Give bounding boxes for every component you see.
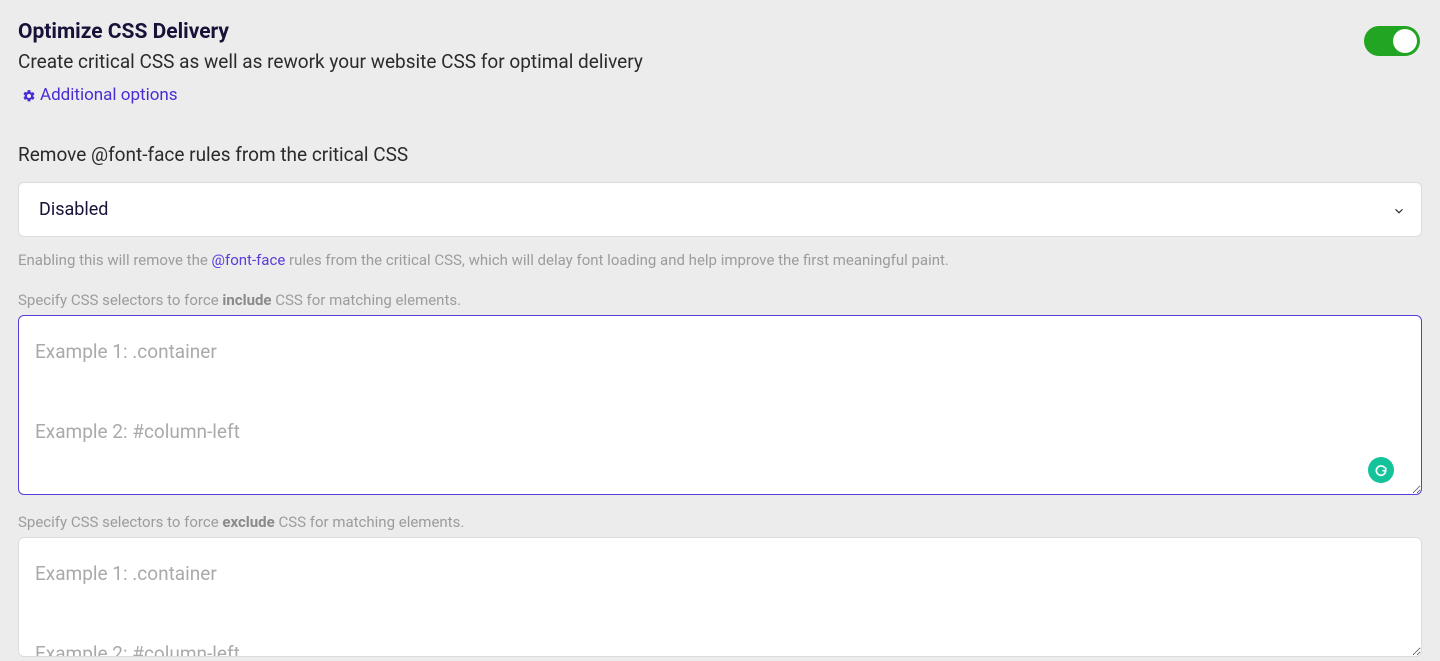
include-label-prefix: Specify CSS selectors to force <box>18 291 222 309</box>
page-title: Optimize CSS Delivery <box>18 20 1364 44</box>
font-face-help: Enabling this will remove the @font-face… <box>18 251 1422 269</box>
exclude-label-prefix: Specify CSS selectors to force <box>18 513 222 531</box>
font-face-label: Remove @font-face rules from the critica… <box>18 143 1422 166</box>
exclude-label: Specify CSS selectors to force exclude C… <box>18 513 1422 531</box>
additional-options-link[interactable]: Additional options <box>22 85 178 105</box>
exclude-label-suffix: CSS for matching elements. <box>275 513 465 531</box>
toggle-knob <box>1393 29 1417 53</box>
help-em: @font-face <box>212 251 286 269</box>
font-face-select-wrap: Disabled <box>18 182 1422 237</box>
font-face-select[interactable]: Disabled <box>18 182 1422 237</box>
header-left: Optimize CSS Delivery Create critical CS… <box>18 20 1364 107</box>
include-label: Specify CSS selectors to force include C… <box>18 291 1422 309</box>
exclude-label-bold: exclude <box>222 513 274 531</box>
header: Optimize CSS Delivery Create critical CS… <box>18 20 1422 107</box>
exclude-textarea-wrap <box>18 537 1422 661</box>
exclude-textarea[interactable] <box>18 537 1422 657</box>
gear-icon <box>22 88 36 102</box>
help-suffix: rules from the critical CSS, which will … <box>285 251 949 269</box>
include-textarea-wrap <box>18 315 1422 499</box>
enable-toggle[interactable] <box>1364 26 1420 56</box>
include-label-suffix: CSS for matching elements. <box>272 291 462 309</box>
page-subtitle: Create critical CSS as well as rework yo… <box>18 50 1364 73</box>
help-prefix: Enabling this will remove the <box>18 251 212 269</box>
include-textarea[interactable] <box>18 315 1422 495</box>
include-label-bold: include <box>222 291 271 309</box>
additional-options-label: Additional options <box>40 85 178 105</box>
